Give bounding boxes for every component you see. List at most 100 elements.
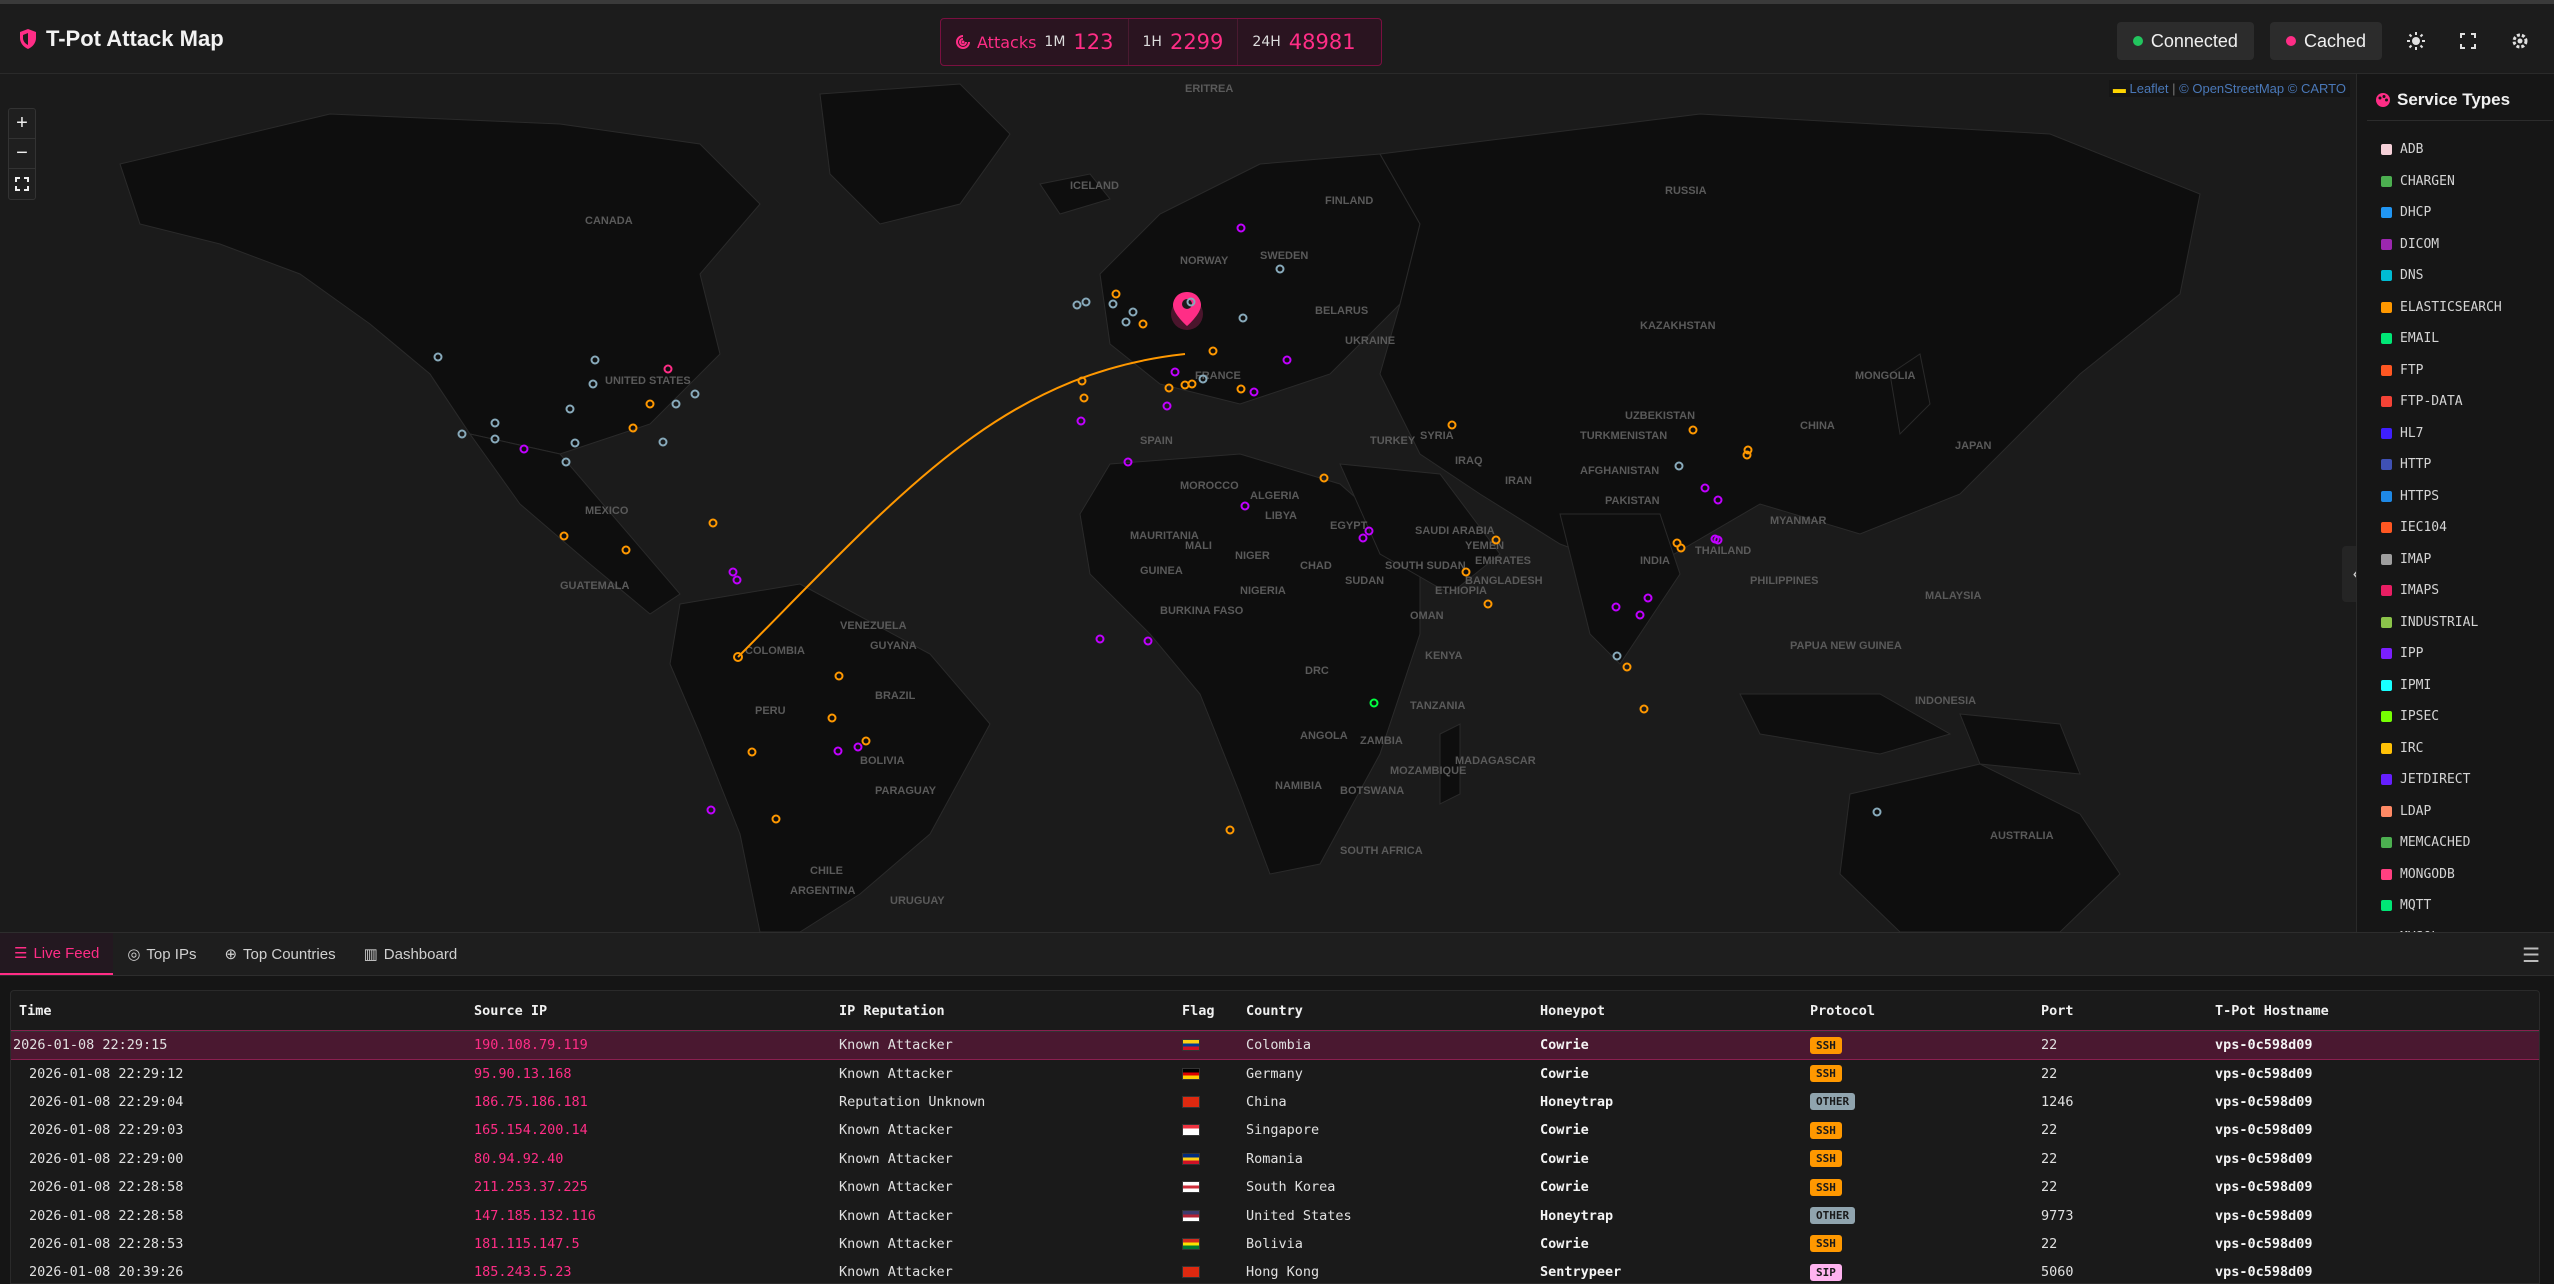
legend-item[interactable]: MYSQL (2381, 922, 2502, 932)
legend-item[interactable]: MQTT (2381, 890, 2502, 922)
legend-item[interactable]: FTP-DATA (2381, 386, 2502, 418)
table-row[interactable]: 2026-01-08 22:29:03 165.154.200.14 Known A… (11, 1116, 2539, 1144)
legend-item[interactable]: IMAP (2381, 544, 2502, 576)
column-header[interactable]: Source IP (466, 991, 831, 1032)
legend-item[interactable]: LDAP (2381, 796, 2502, 828)
attack-point[interactable] (1143, 636, 1153, 646)
column-header[interactable]: Protocol (1802, 991, 2033, 1032)
world-map[interactable]: ICELAND FINLAND SWEDEN NORWAY RUSSIA BELARUS U… (0, 74, 2356, 932)
tab-dashboard[interactable]: ▥ Dashboard (350, 933, 472, 975)
legend-item[interactable]: JETDIRECT (2381, 764, 2502, 796)
legend-item[interactable]: CHARGEN (2381, 166, 2502, 198)
map-label: SYRIA (1420, 430, 1454, 442)
tab-live-feed[interactable]: ☰ Live Feed (0, 933, 114, 975)
attack-point[interactable] (1079, 393, 1089, 403)
tab-top-countries[interactable]: ⊕ Top Countries (210, 933, 349, 975)
attack-point[interactable] (706, 805, 716, 815)
attack-point[interactable] (658, 437, 668, 447)
column-header[interactable]: Time (11, 991, 466, 1032)
legend-swatch (2381, 837, 2392, 849)
attack-point[interactable] (1095, 634, 1105, 644)
cache-status[interactable]: Cached (2269, 22, 2382, 60)
legend-item[interactable]: MONGODB (2381, 859, 2502, 891)
legend-item[interactable]: INDUSTRIAL (2381, 607, 2502, 639)
cell-reputation: Known Attacker (839, 1235, 953, 1252)
legend-item[interactable]: DICOM (2381, 229, 2502, 261)
legend-swatch (2381, 900, 2392, 912)
flag-icon (1182, 1095, 1200, 1108)
table-row[interactable]: 2026-01-08 20:39:26 185.243.5.23 Known Att… (11, 1258, 2539, 1283)
cell-flag (1174, 1059, 1238, 1087)
attack-point[interactable] (732, 575, 742, 585)
zoom-out-button[interactable]: − (9, 139, 35, 169)
table-row[interactable]: 2026-01-08 22:28:58 211.253.37.225 Known A… (11, 1173, 2539, 1201)
attack-map[interactable]: ICELAND FINLAND SWEDEN NORWAY RUSSIA BELARUS U… (0, 74, 2356, 932)
legend-item[interactable]: IPP (2381, 638, 2502, 670)
column-header[interactable]: Country (1238, 991, 1532, 1032)
tab-top-ips[interactable]: ◎ Top IPs (113, 933, 210, 975)
legend-title-text: Service Types (2397, 90, 2511, 109)
table-row[interactable]: 2026-01-08 22:28:58 147.185.132.116 Known … (11, 1201, 2539, 1229)
table-row[interactable]: 2026-01-08 22:29:12 95.90.13.168 Known Att… (11, 1059, 2539, 1087)
attack-point[interactable] (1072, 300, 1082, 310)
cell-country: China (1246, 1093, 1287, 1110)
column-header[interactable]: IP Reputation (831, 991, 1174, 1032)
legend-item[interactable]: IPMI (2381, 670, 2502, 702)
attack-point[interactable] (671, 399, 681, 409)
attack-point[interactable] (1162, 401, 1172, 411)
theme-toggle-button[interactable] (2398, 23, 2434, 59)
table-row[interactable]: 2026-01-08 22:29:15 190.108.79.119 Known A… (11, 1029, 2539, 1061)
map-label: OMAN (1410, 610, 1444, 622)
legend-item[interactable]: DHCP (2381, 197, 2502, 229)
carto-link[interactable]: © CARTO (2288, 81, 2346, 96)
zoom-in-button[interactable]: + (9, 109, 35, 139)
legend-item[interactable]: HL7 (2381, 418, 2502, 450)
panel-menu-button[interactable]: ☰ (2522, 943, 2540, 968)
connection-status[interactable]: Connected (2116, 22, 2254, 60)
legend-item[interactable]: FTP (2381, 355, 2502, 387)
attack-point[interactable] (708, 518, 718, 528)
settings-button[interactable] (2502, 23, 2538, 59)
column-header[interactable]: Honeypot (1532, 991, 1802, 1032)
legend-label: CHARGEN (2400, 173, 2455, 189)
legend-item[interactable]: IEC104 (2381, 512, 2502, 544)
attack-point[interactable] (728, 567, 738, 577)
legend-item[interactable]: MEMCACHED (2381, 827, 2502, 859)
cell-honeypot: Cowrie (1540, 1122, 1589, 1139)
osm-link[interactable]: © OpenStreetMap (2179, 81, 2284, 96)
attack-point[interactable] (1225, 825, 1235, 835)
tab-label: Live Feed (33, 944, 100, 962)
map-label: DRC (1305, 665, 1329, 677)
legend-item[interactable]: IMAPS (2381, 575, 2502, 607)
legend-label: MONGODB (2400, 866, 2455, 882)
legend-swatch (2381, 553, 2392, 565)
map-fullscreen-button[interactable] (9, 169, 35, 199)
attack-point[interactable] (1081, 297, 1091, 307)
legend-swatch (2381, 301, 2392, 313)
legend-collapse-button[interactable]: ‹ (2342, 546, 2356, 602)
column-header[interactable]: Port (2033, 991, 2207, 1032)
column-header[interactable]: Flag (1174, 991, 1238, 1032)
column-header[interactable]: T-Pot Hostname (2207, 991, 2539, 1032)
attack-point[interactable] (690, 389, 700, 399)
legend-item[interactable]: ADB (2381, 134, 2502, 166)
table-row[interactable]: 2026-01-08 22:29:00 80.94.92.40 Known Atta… (11, 1145, 2539, 1173)
legend-item[interactable]: HTTPS (2381, 481, 2502, 513)
table-row[interactable]: 2026-01-08 22:29:04 186.75.186.181 Reputat… (11, 1088, 2539, 1116)
legend-item[interactable]: HTTP (2381, 449, 2502, 481)
cell-port: 22 (2041, 1235, 2058, 1252)
attack-point[interactable] (1639, 704, 1649, 714)
table-row[interactable]: 2026-01-08 22:28:53 181.115.147.5 Known At… (11, 1230, 2539, 1258)
protocol-badge: SSH (1810, 1150, 1842, 1168)
attack-point[interactable] (1483, 599, 1493, 609)
legend-item[interactable]: ELASTICSEARCH (2381, 292, 2502, 324)
legend-item[interactable]: DNS (2381, 260, 2502, 292)
legend-item[interactable]: IPSEC (2381, 701, 2502, 733)
fullscreen-button[interactable] (2450, 23, 2486, 59)
leaflet-link[interactable]: Leaflet (2129, 81, 2168, 96)
legend-item[interactable]: IRC (2381, 733, 2502, 765)
attack-point[interactable] (1076, 416, 1086, 426)
attack-point[interactable] (457, 429, 467, 439)
attack-point[interactable] (1622, 662, 1632, 672)
legend-item[interactable]: EMAIL (2381, 323, 2502, 355)
